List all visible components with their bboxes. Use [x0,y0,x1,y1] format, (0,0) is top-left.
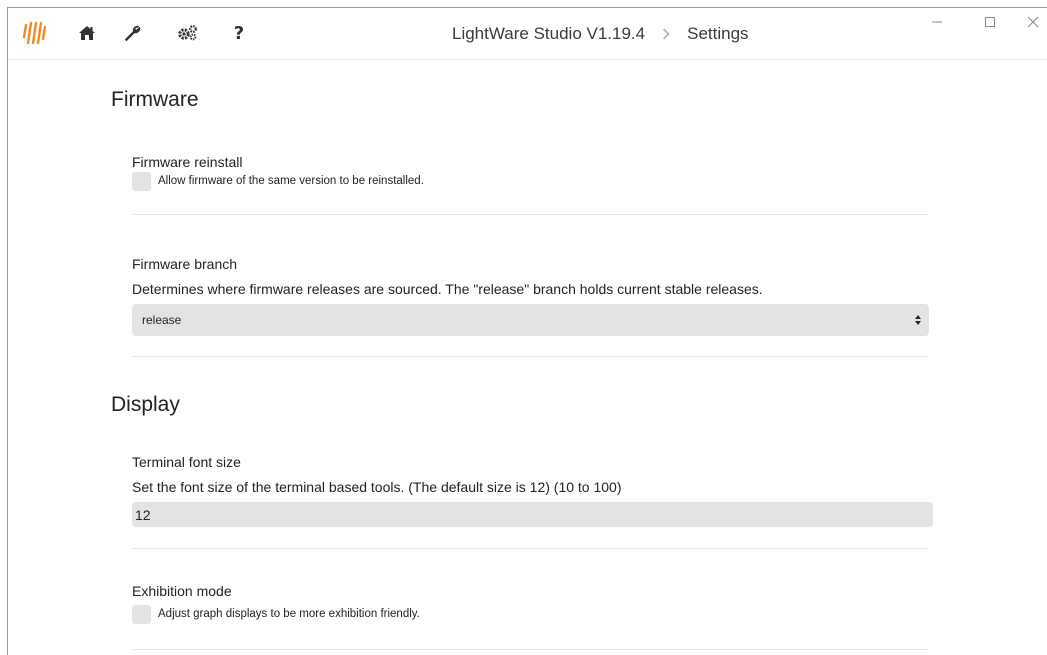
terminal-font-size-input[interactable]: 12 [132,502,933,527]
firmware-branch-select[interactable]: release [132,304,929,336]
firmware-branch-description: Determines where firmware releases are s… [132,281,763,297]
exhibition-mode-label[interactable]: Adjust graph displays to be more exhibit… [158,608,420,620]
exhibition-mode-row[interactable]: Adjust graph displays to be more exhibit… [132,604,420,624]
terminal-font-size-value: 12 [135,506,151,523]
section-title-firmware: Firmware [111,88,199,111]
divider [132,214,929,215]
app-title: LightWare Studio V1.19.4 [452,24,646,43]
close-icon[interactable] [1023,12,1043,32]
settings-content: Firmware Firmware reinstall Allow firmwa… [8,61,1047,655]
section-title-display: Display [111,393,180,416]
lightware-logo-icon [22,21,47,45]
firmware-reinstall-checkbox[interactable] [132,171,151,191]
wrench-icon[interactable] [121,22,143,44]
breadcrumb: LightWare Studio V1.19.4 Settings [452,23,749,45]
minimize-icon[interactable] [927,12,947,32]
home-icon[interactable] [76,22,98,44]
exhibition-mode-checkbox[interactable] [132,604,151,624]
exhibition-mode-title: Exhibition mode [132,583,232,599]
select-arrows-icon [915,315,921,325]
maximize-icon[interactable] [980,12,1000,32]
title-bar: ? LightWare Studio V1.19.4 Settings [8,8,1047,60]
firmware-reinstall-title: Firmware reinstall [132,154,243,170]
firmware-branch-title: Firmware branch [132,256,238,272]
divider [132,356,929,357]
help-icon[interactable]: ? [228,22,250,44]
divider [132,548,929,549]
firmware-branch-selected-value: release [142,313,182,327]
gears-icon[interactable] [177,22,199,44]
terminal-font-size-title: Terminal font size [132,454,241,470]
terminal-font-size-description: Set the font size of the terminal based … [132,479,622,495]
firmware-reinstall-row[interactable]: Allow firmware of the same version to be… [132,171,424,191]
chevron-right-icon [662,28,670,40]
page-title: Settings [687,24,749,43]
firmware-reinstall-label[interactable]: Allow firmware of the same version to be… [158,175,424,187]
divider [132,649,929,650]
app-window: ? LightWare Studio V1.19.4 Settings Firm… [7,7,1047,655]
